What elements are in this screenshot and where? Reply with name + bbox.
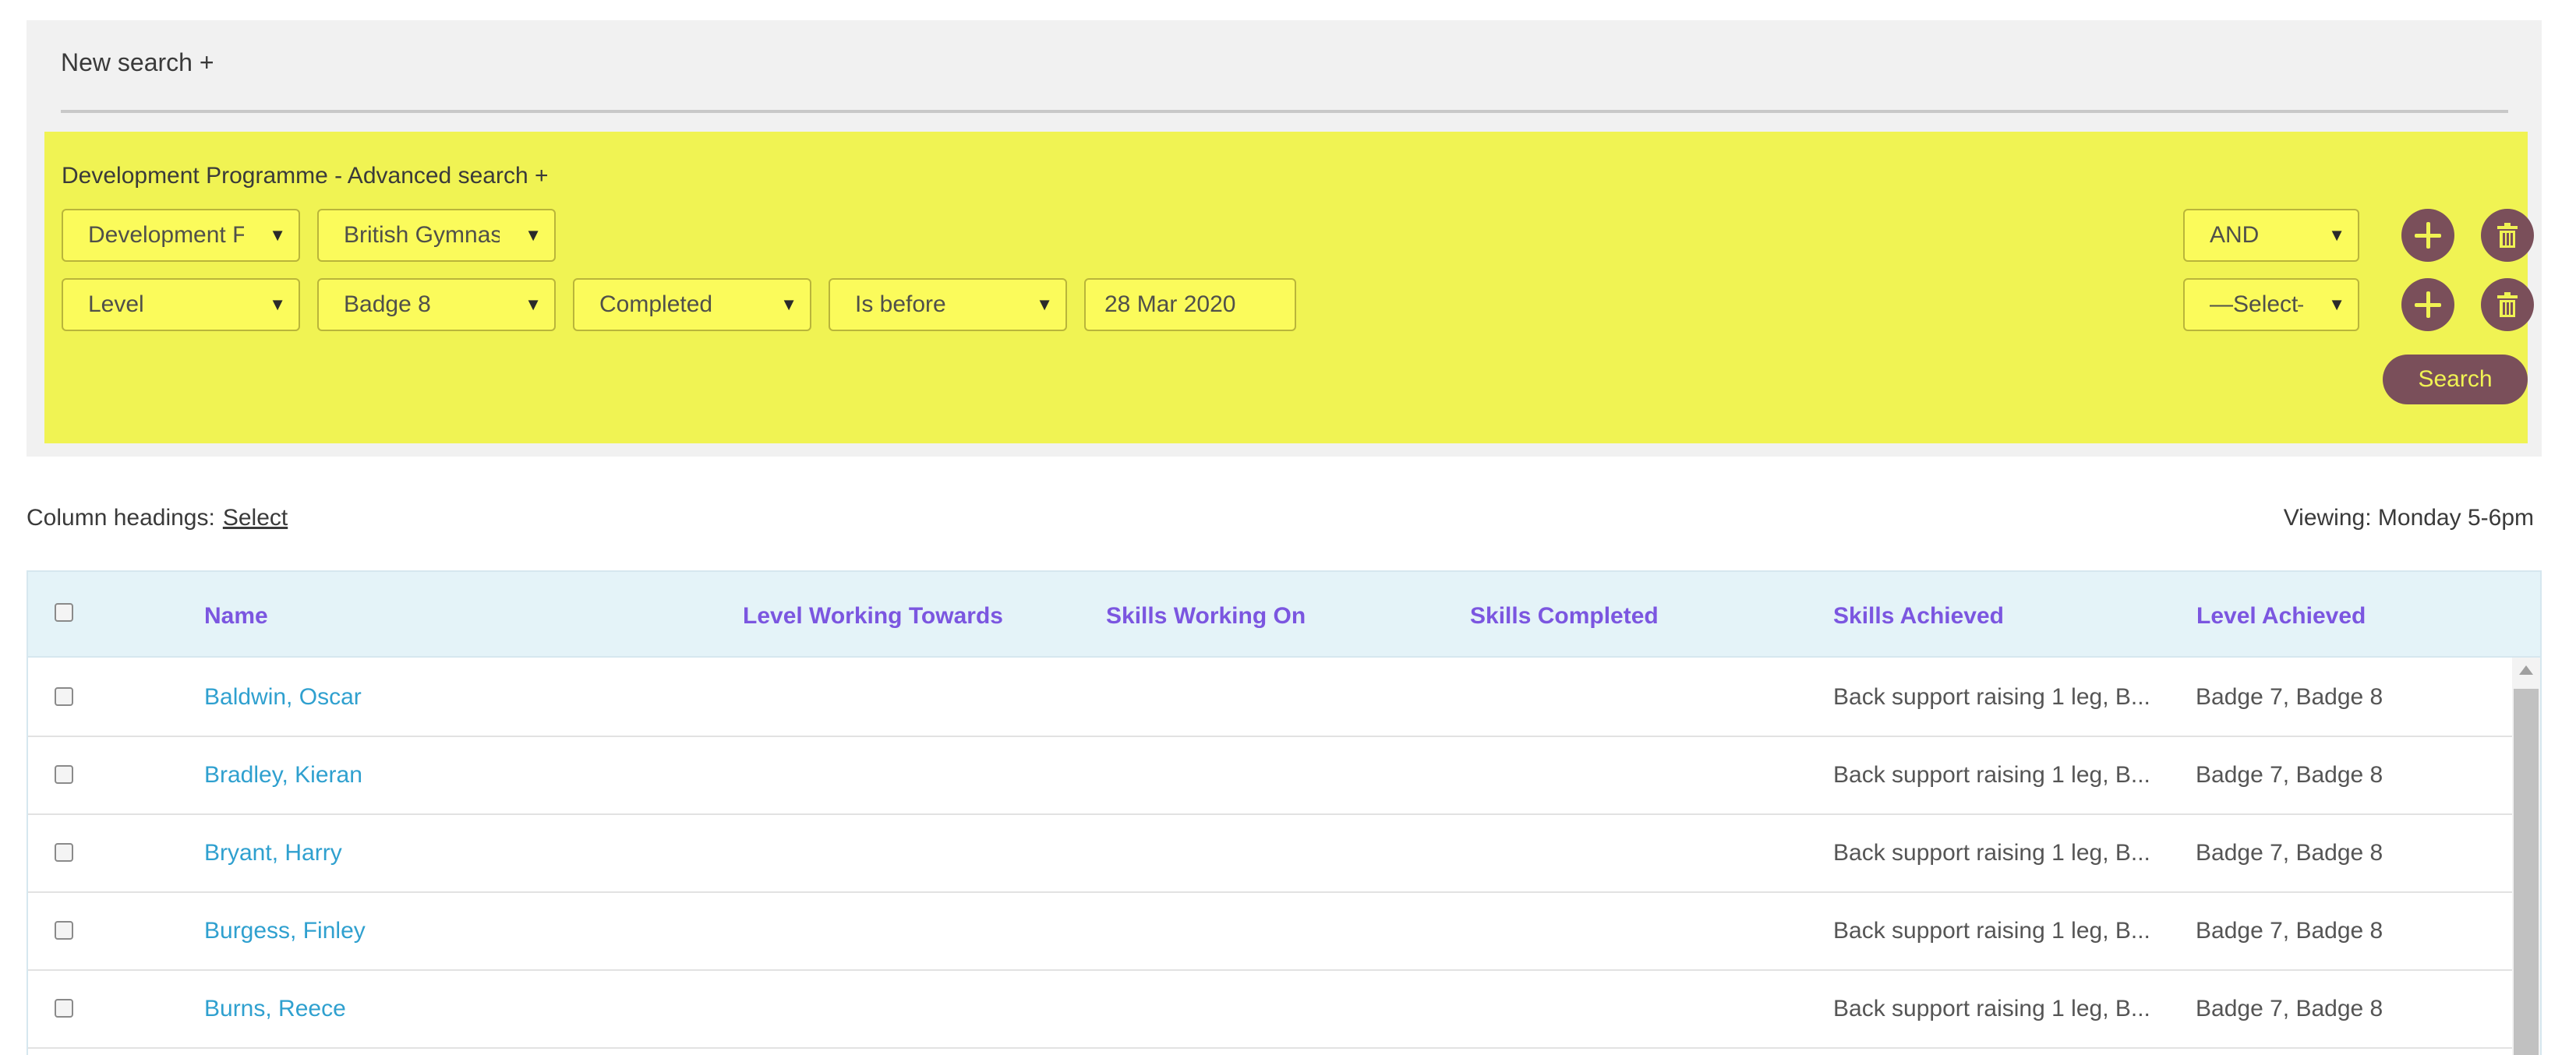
member-name-link[interactable]: Burgess, Finley bbox=[204, 918, 366, 944]
plus-icon bbox=[2415, 222, 2441, 249]
advanced-search-box: Development Programme - Advanced search … bbox=[44, 132, 2534, 443]
table-row: Burgess, Finley Back support raising 1 l… bbox=[28, 893, 2514, 971]
search-panel: New search + Development Programme - Adv… bbox=[27, 20, 2542, 457]
viewing-label: Viewing: Monday 5-6pm bbox=[2283, 505, 2534, 531]
new-search-link[interactable]: New search + bbox=[61, 48, 214, 77]
caret-down-icon: ▼ bbox=[269, 295, 286, 314]
results-table: Name Level Working Towards Skills Workin… bbox=[27, 570, 2542, 1055]
skills-achieved-cell: Back support raising 1 leg, B... bbox=[1833, 918, 2150, 944]
caret-down-icon: ▼ bbox=[780, 295, 797, 314]
member-name-link[interactable]: Bradley, Kieran bbox=[204, 762, 362, 789]
advanced-search-title[interactable]: Development Programme - Advanced search … bbox=[62, 163, 548, 189]
add-criteria-button-row2[interactable] bbox=[2401, 278, 2454, 331]
logic-select-row2-value: —Select— bbox=[2210, 291, 2303, 317]
level-achieved-cell: Badge 7, Badge 8 bbox=[2196, 762, 2383, 788]
member-name-link[interactable]: Baldwin, Oscar bbox=[204, 684, 362, 711]
table-scrollbar[interactable] bbox=[2512, 658, 2540, 1055]
skills-achieved-cell: Back support raising 1 leg, B... bbox=[1833, 996, 2150, 1021]
header-level-achieved[interactable]: Level Achieved bbox=[2196, 603, 2366, 630]
table-row: Bryant, Harry Back support raising 1 leg… bbox=[28, 815, 2514, 893]
plus-icon bbox=[2415, 291, 2441, 318]
logic-select-row1[interactable]: AND ▼ bbox=[2183, 209, 2359, 262]
logic-select-row1-value: AND bbox=[2210, 222, 2260, 248]
level-achieved-cell: Badge 7, Badge 8 bbox=[2196, 684, 2383, 710]
member-name-link[interactable]: Burns, Reece bbox=[204, 996, 346, 1022]
column-headings-control: Column headings: Select bbox=[27, 505, 288, 531]
add-criteria-button-row1[interactable] bbox=[2401, 209, 2454, 262]
badge-select[interactable]: Badge 8 ▼ bbox=[317, 278, 556, 331]
search-button[interactable]: Search bbox=[2383, 355, 2528, 404]
programme-select-value: Development F bbox=[88, 222, 244, 248]
column-headings-label: Column headings: bbox=[27, 505, 215, 531]
row-checkbox[interactable] bbox=[55, 999, 73, 1018]
select-all-checkbox[interactable] bbox=[55, 603, 73, 622]
programme-select[interactable]: Development F ▼ bbox=[62, 209, 300, 262]
caret-down-icon: ▼ bbox=[1036, 295, 1053, 314]
criteria-type-select[interactable]: Level ▼ bbox=[62, 278, 300, 331]
skills-achieved-cell: Back support raising 1 leg, B... bbox=[1833, 840, 2150, 866]
skills-achieved-cell: Back support raising 1 leg, B... bbox=[1833, 684, 2150, 710]
date-input[interactable]: 28 Mar 2020 bbox=[1084, 278, 1296, 331]
caret-down-icon: ▼ bbox=[525, 225, 542, 245]
row-checkbox[interactable] bbox=[55, 687, 73, 706]
table-row: Baldwin, Oscar Back support raising 1 le… bbox=[28, 659, 2514, 737]
header-skills-completed[interactable]: Skills Completed bbox=[1470, 603, 1659, 630]
comparison-select-value: Is before bbox=[855, 291, 946, 317]
status-select-value: Completed bbox=[599, 291, 713, 317]
caret-down-icon: ▼ bbox=[2328, 225, 2345, 245]
organisation-select[interactable]: British Gymnas ▼ bbox=[317, 209, 556, 262]
trash-icon bbox=[2497, 292, 2518, 317]
header-name[interactable]: Name bbox=[204, 603, 268, 630]
level-achieved-cell: Badge 7, Badge 8 bbox=[2196, 918, 2383, 944]
divider bbox=[61, 110, 2508, 113]
header-level-working-towards[interactable]: Level Working Towards bbox=[743, 603, 1003, 630]
row-checkbox[interactable] bbox=[55, 843, 73, 862]
criteria-type-select-value: Level bbox=[88, 291, 144, 317]
skills-achieved-cell: Back support raising 1 leg, B... bbox=[1833, 762, 2150, 788]
scroll-up-arrow-icon[interactable] bbox=[2519, 665, 2533, 675]
comparison-select[interactable]: Is before ▼ bbox=[829, 278, 1067, 331]
level-achieved-cell: Badge 7, Badge 8 bbox=[2196, 996, 2383, 1021]
logic-select-row2[interactable]: —Select— ▼ bbox=[2183, 278, 2359, 331]
caret-down-icon: ▼ bbox=[269, 225, 286, 245]
row-checkbox[interactable] bbox=[55, 921, 73, 940]
table-header: Name Level Working Towards Skills Workin… bbox=[28, 572, 2540, 658]
column-headings-select-link[interactable]: Select bbox=[223, 505, 288, 531]
scrollbar-thumb[interactable] bbox=[2514, 689, 2539, 1055]
delete-criteria-button-row2[interactable] bbox=[2481, 278, 2534, 331]
trash-icon bbox=[2497, 223, 2518, 248]
delete-criteria-button-row1[interactable] bbox=[2481, 209, 2534, 262]
organisation-select-value: British Gymnas bbox=[344, 222, 500, 248]
badge-select-value: Badge 8 bbox=[344, 291, 431, 317]
header-skills-achieved[interactable]: Skills Achieved bbox=[1833, 603, 2004, 630]
table-row: Bradley, Kieran Back support raising 1 l… bbox=[28, 737, 2514, 815]
level-achieved-cell: Badge 7, Badge 8 bbox=[2196, 840, 2383, 866]
row-checkbox[interactable] bbox=[55, 765, 73, 784]
member-name-link[interactable]: Bryant, Harry bbox=[204, 840, 342, 866]
status-select[interactable]: Completed ▼ bbox=[573, 278, 811, 331]
caret-down-icon: ▼ bbox=[525, 295, 542, 314]
table-row: Burns, Reece Back support raising 1 leg,… bbox=[28, 971, 2514, 1049]
caret-down-icon: ▼ bbox=[2328, 295, 2345, 314]
header-skills-working-on[interactable]: Skills Working On bbox=[1106, 603, 1306, 630]
